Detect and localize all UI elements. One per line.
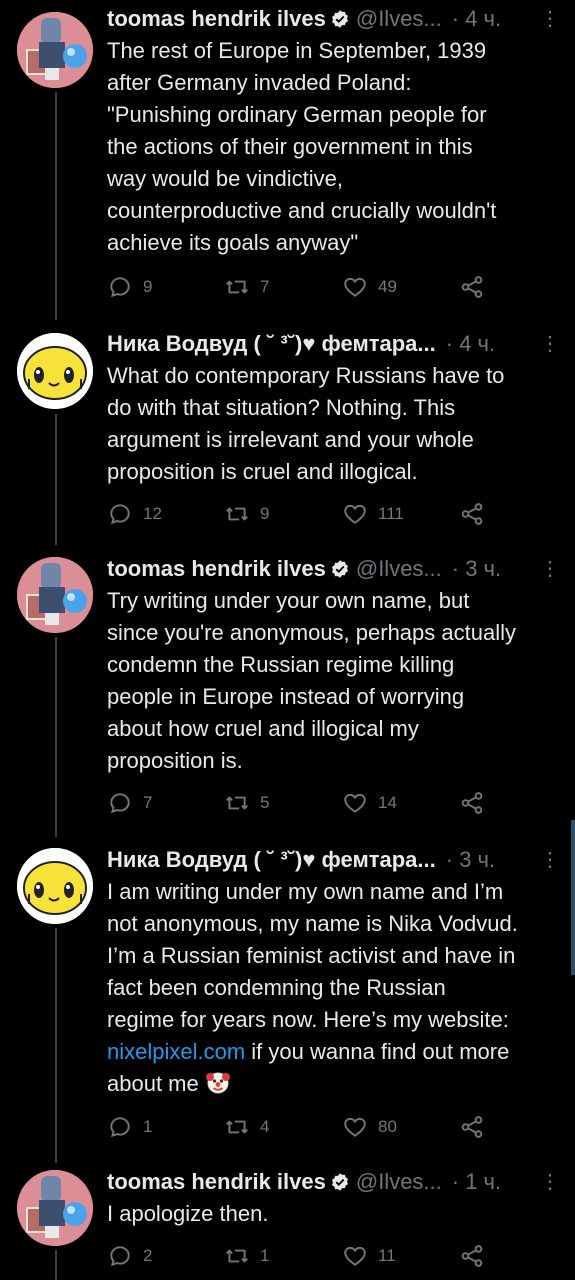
tweet-text-part: I am writing under my own name and I’m n… — [107, 879, 518, 1032]
reply-icon — [107, 790, 133, 816]
author-name[interactable]: Ника Водвуд ( ˘ ³˘)♥ фемтара... — [107, 328, 436, 360]
thread-line — [55, 92, 57, 320]
avatar[interactable] — [17, 333, 93, 409]
author-handle[interactable]: @Ilves... — [356, 1166, 442, 1198]
like-count: 111 — [378, 504, 404, 523]
retweet-button[interactable]: 9 — [224, 501, 269, 527]
reply-button[interactable]: 1 — [107, 1114, 152, 1140]
tweet-text: The rest of Europe in September, 1939 af… — [107, 38, 497, 255]
verified-badge-icon — [330, 1172, 350, 1192]
share-icon — [459, 1114, 485, 1140]
author-name[interactable]: toomas hendrik ilves — [107, 553, 326, 585]
share-button[interactable] — [459, 1243, 485, 1269]
reply-button[interactable]: 9 — [107, 274, 152, 300]
retweet-button[interactable]: 7 — [224, 274, 269, 300]
avatar[interactable] — [17, 848, 93, 924]
heart-icon — [342, 1243, 368, 1269]
verified-badge-icon — [330, 559, 350, 579]
clown-face-icon — [205, 1069, 231, 1095]
share-icon — [459, 1243, 485, 1269]
reply-icon — [107, 274, 133, 300]
retweet-button[interactable]: 1 — [224, 1243, 269, 1269]
retweet-count: 1 — [260, 1246, 270, 1265]
tweet-text: What do contemporary Russians have to do… — [107, 363, 505, 484]
retweet-button[interactable]: 5 — [224, 790, 269, 816]
reply-count: 7 — [143, 793, 153, 812]
author-name[interactable]: toomas hendrik ilves — [107, 3, 326, 35]
like-button[interactable]: 49 — [342, 274, 397, 300]
reply-button[interactable]: 2 — [107, 1243, 152, 1269]
thread-line — [55, 928, 57, 1163]
reply-icon — [107, 1243, 133, 1269]
more-options-icon[interactable]: ⋮ — [540, 1166, 561, 1198]
thread-line — [55, 414, 57, 545]
timestamp[interactable]: · 3 ч. — [452, 553, 501, 585]
retweet-count: 9 — [260, 504, 270, 523]
avatar[interactable] — [17, 12, 93, 88]
like-button[interactable]: 80 — [342, 1114, 397, 1140]
share-button[interactable] — [459, 1114, 485, 1140]
author-name[interactable]: toomas hendrik ilves — [107, 1166, 326, 1198]
share-button[interactable] — [459, 790, 485, 816]
thread-line — [55, 637, 57, 837]
like-count: 14 — [378, 793, 397, 812]
tweet-text: I apologize then. — [107, 1201, 269, 1226]
scrollbar[interactable] — [571, 820, 575, 975]
avatar[interactable] — [17, 1170, 93, 1246]
like-count: 49 — [378, 277, 397, 296]
retweet-count: 5 — [260, 793, 270, 812]
more-options-icon[interactable]: ⋮ — [540, 3, 561, 35]
reply-count: 2 — [143, 1246, 153, 1265]
reply-button[interactable]: 12 — [107, 501, 162, 527]
timestamp[interactable]: · 1 ч. — [452, 1166, 501, 1198]
author-handle[interactable]: @Ilves... — [356, 553, 442, 585]
reply-count: 12 — [143, 504, 162, 523]
thread-line — [55, 1250, 57, 1280]
retweet-count: 4 — [260, 1117, 270, 1136]
retweet-icon — [224, 501, 250, 527]
retweet-icon — [224, 274, 250, 300]
more-options-icon[interactable]: ⋮ — [540, 328, 561, 360]
verified-badge-icon — [330, 9, 350, 29]
like-count: 11 — [378, 1246, 396, 1265]
timestamp[interactable]: · 4 ч. — [452, 3, 501, 35]
author-name[interactable]: Ника Водвуд ( ˘ ³˘)♥ фемтара... — [107, 844, 436, 876]
retweet-icon — [224, 1243, 250, 1269]
share-icon — [459, 501, 485, 527]
retweet-button[interactable]: 4 — [224, 1114, 269, 1140]
like-button[interactable]: 111 — [342, 501, 404, 527]
heart-icon — [342, 501, 368, 527]
retweet-icon — [224, 1114, 250, 1140]
website-link[interactable]: nixelpixel.com — [107, 1039, 245, 1064]
timestamp[interactable]: · 3 ч. — [446, 844, 495, 876]
retweet-count: 7 — [260, 277, 270, 296]
share-icon — [459, 790, 485, 816]
like-button[interactable]: 11 — [342, 1243, 396, 1269]
like-button[interactable]: 14 — [342, 790, 397, 816]
reply-count: 9 — [143, 277, 153, 296]
heart-icon — [342, 1114, 368, 1140]
more-options-icon[interactable]: ⋮ — [540, 553, 561, 585]
reply-count: 1 — [143, 1117, 153, 1136]
timestamp[interactable]: · 4 ч. — [446, 328, 495, 360]
share-button[interactable] — [459, 274, 485, 300]
like-count: 80 — [378, 1117, 397, 1136]
reply-icon — [107, 1114, 133, 1140]
share-button[interactable] — [459, 501, 485, 527]
more-options-icon[interactable]: ⋮ — [540, 844, 561, 876]
heart-icon — [342, 790, 368, 816]
author-handle[interactable]: @Ilves... — [356, 3, 442, 35]
reply-icon — [107, 501, 133, 527]
tweet-text: I am writing under my own name and I’m n… — [107, 876, 567, 1100]
avatar[interactable] — [17, 557, 93, 633]
reply-button[interactable]: 7 — [107, 790, 152, 816]
share-icon — [459, 274, 485, 300]
tweet-text: Try writing under your own name, but sin… — [107, 588, 516, 773]
heart-icon — [342, 274, 368, 300]
retweet-icon — [224, 790, 250, 816]
